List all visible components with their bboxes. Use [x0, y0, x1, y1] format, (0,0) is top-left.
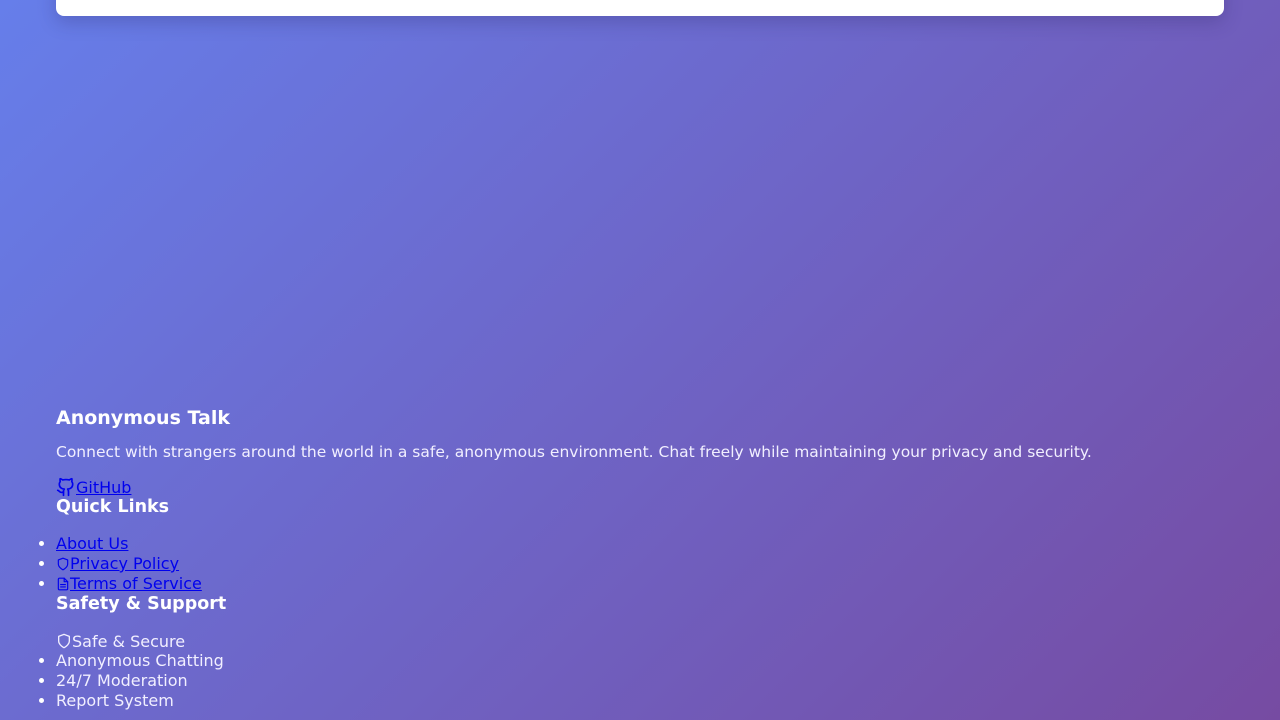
about-us-link[interactable]: About Us [56, 534, 128, 553]
safety-headline: Safe & Secure [56, 631, 1216, 651]
content-card [56, 0, 1224, 16]
list-item: Anonymous Chatting [56, 651, 1216, 671]
terms-of-service-link[interactable]: Terms of Service [56, 574, 202, 593]
safety-list: Anonymous Chatting 24/7 Moderation Repor… [56, 651, 1216, 711]
github-link[interactable]: GitHub [56, 477, 131, 497]
quick-links-title: Quick Links [56, 497, 170, 517]
list-item: About Us [56, 534, 1216, 554]
privacy-policy-link[interactable]: Privacy Policy [56, 554, 179, 573]
brand-description: Connect with strangers around the world … [56, 443, 1092, 461]
list-item: 24/7 Moderation [56, 671, 1216, 691]
quick-links-list: About Us Privacy Policy Terms of Service [56, 534, 1216, 594]
privacy-policy-label: Privacy Policy [70, 554, 180, 573]
shield-icon [57, 557, 69, 571]
document-icon [57, 577, 69, 591]
quick-links-section: Quick Links About Us Privacy Policy Term… [56, 497, 1216, 594]
terms-of-service-label: Terms of Service [70, 574, 202, 593]
safety-headline-text: Safe & Secure [72, 631, 186, 651]
brand-title: Anonymous Talk [56, 407, 230, 429]
safety-title: Safety & Support [56, 594, 227, 614]
site-footer: Anonymous Talk Connect with strangers ar… [56, 403, 1216, 711]
list-item: Report System [56, 691, 1216, 711]
brand-section: Anonymous Talk Connect with strangers ar… [56, 403, 1216, 497]
list-item: Privacy Policy [56, 554, 1216, 574]
shield-icon [58, 633, 70, 649]
safety-section: Safety & Support Safe & Secure Anonymous… [56, 594, 1216, 711]
github-label: GitHub [76, 477, 132, 497]
github-icon [56, 477, 74, 497]
list-item: Terms of Service [56, 574, 1216, 594]
